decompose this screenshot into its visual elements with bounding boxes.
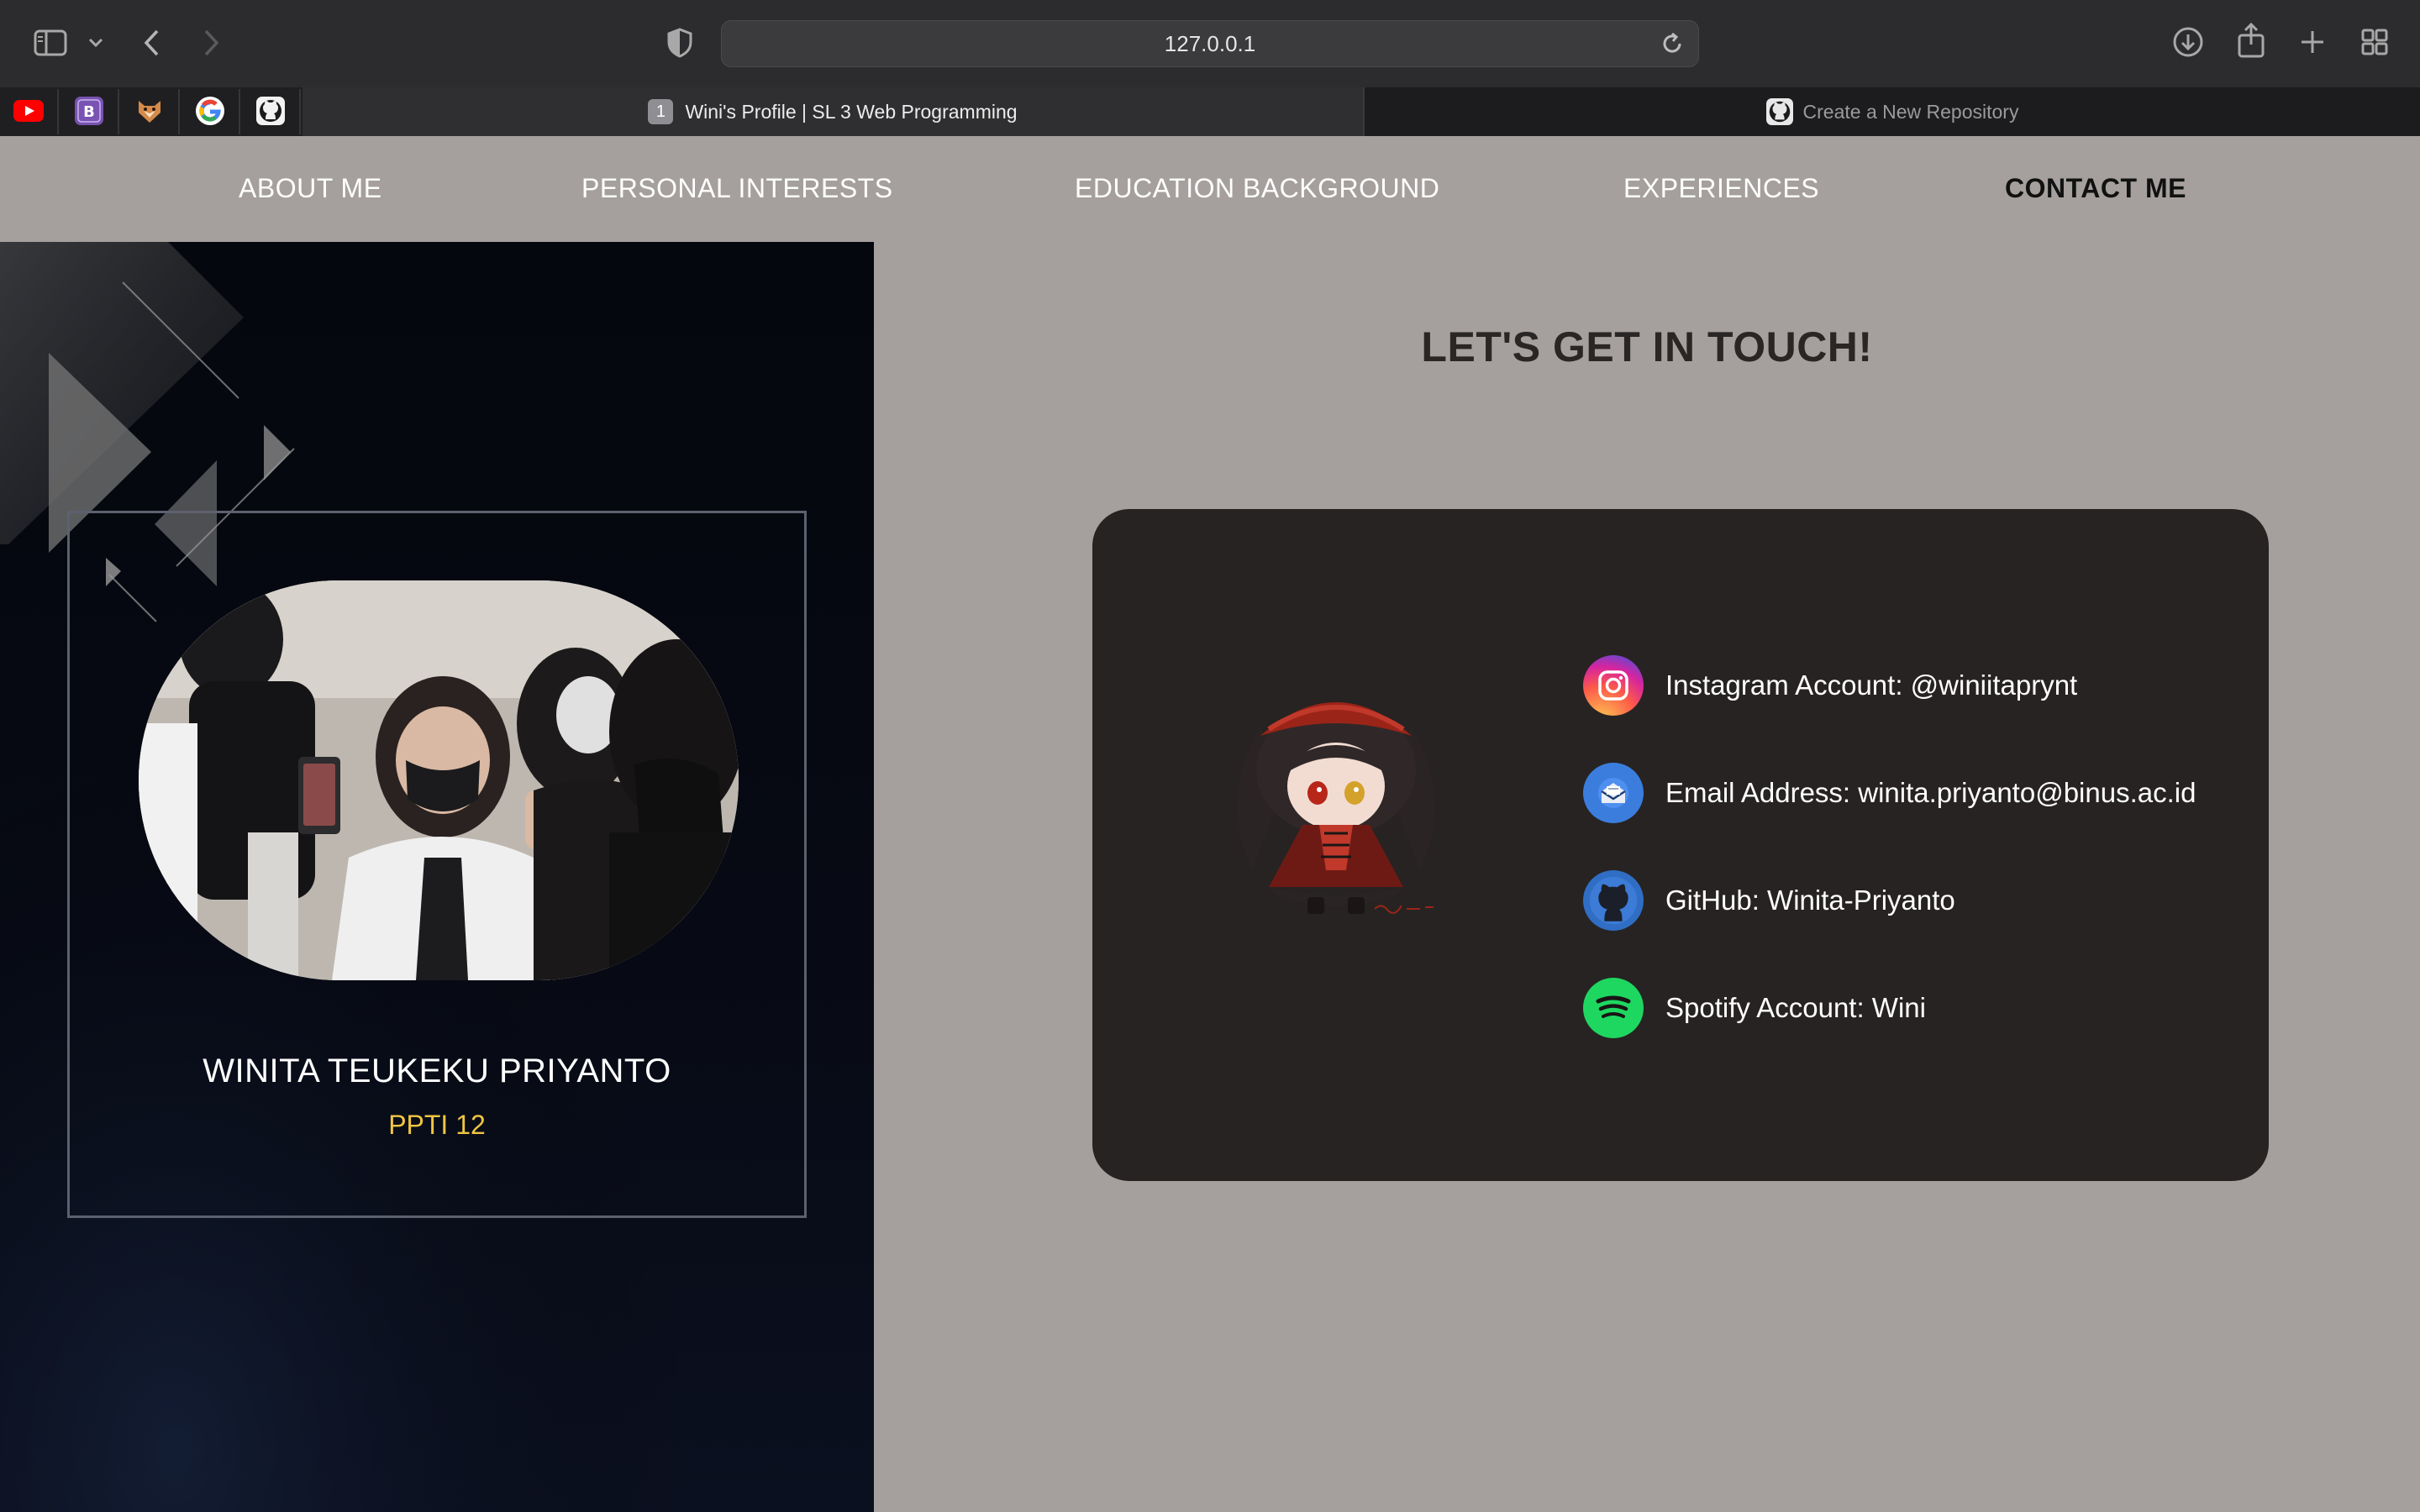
url-text: 127.0.0.1 [1164, 30, 1256, 56]
shield-icon[interactable] [666, 27, 694, 59]
nav-about-me[interactable]: ABOUT ME [239, 173, 382, 204]
sidebar-icon[interactable] [34, 29, 67, 57]
profile-name: WINITA TEUKEKU PRIYANTO [203, 1053, 671, 1089]
contact-instagram[interactable]: Instagram Account: @winiitaprynt [1583, 654, 2077, 717]
divider [118, 89, 119, 134]
contact-email-text: Email Address: winita.priyanto@binus.ac.… [1665, 777, 2196, 808]
tab-bar: B 1 Wini's Profile | SL 3 Web Programmin… [0, 87, 2420, 136]
nav-experiences[interactable]: EXPERIENCES [1623, 173, 1819, 204]
reload-icon[interactable] [1660, 31, 1685, 60]
nav-personal-interests[interactable]: PERSONAL INTERESTS [581, 173, 893, 204]
github-icon [1583, 870, 1644, 931]
share-icon[interactable] [2235, 22, 2267, 59]
browser-toolbar: 127.0.0.1 [0, 0, 2420, 87]
back-icon[interactable] [139, 27, 163, 59]
nav-education-background[interactable]: EDUCATION BACKGROUND [1075, 173, 1439, 204]
chibi-character-image [1202, 677, 1470, 929]
contact-card: Instagram Account: @winiitaprynt Email A… [1092, 509, 2269, 1181]
contact-email[interactable]: Email Address: winita.priyanto@binus.ac.… [1583, 761, 2196, 825]
svg-text:B: B [83, 103, 95, 121]
fox-icon[interactable] [133, 94, 166, 128]
contact-heading: LET'S GET IN TOUCH! [1421, 323, 1873, 370]
profile-photo [139, 580, 739, 980]
github-icon[interactable] [254, 94, 287, 128]
chevron-down-icon[interactable] [86, 34, 106, 52]
divider [57, 89, 59, 134]
divider [299, 89, 301, 134]
tab-title: Wini's Profile | SL 3 Web Programming [685, 100, 1018, 123]
tab-overview-icon[interactable] [2360, 27, 2390, 57]
email-icon [1583, 763, 1644, 823]
bootstrap-icon[interactable]: B [72, 94, 106, 128]
profile-card: WINITA TEUKEKU PRIYANTO PPTI 12 [67, 511, 807, 1218]
contact-spotify-text: Spotify Account: Wini [1665, 992, 1926, 1023]
tab-number-badge: 1 [648, 99, 674, 124]
address-bar[interactable]: 127.0.0.1 [721, 20, 1699, 67]
nav-contact-me[interactable]: CONTACT ME [2005, 173, 2186, 204]
github-icon [1765, 98, 1793, 125]
contact-spotify[interactable]: Spotify Account: Wini [1583, 976, 1926, 1040]
tab-active[interactable]: 1 Wini's Profile | SL 3 Web Programming [302, 87, 1363, 136]
download-icon[interactable] [2171, 25, 2205, 59]
tab-inactive[interactable]: Create a New Repository [1363, 87, 2420, 136]
google-icon[interactable] [193, 94, 227, 128]
spotify-icon [1583, 978, 1644, 1038]
instagram-icon [1583, 655, 1644, 716]
contact-instagram-text: Instagram Account: @winiitaprynt [1665, 669, 2078, 701]
tab-title: Create a New Repository [1802, 100, 2019, 123]
forward-icon[interactable] [200, 27, 224, 59]
profile-panel: WINITA TEUKEKU PRIYANTO PPTI 12 [0, 242, 874, 1512]
divider [239, 89, 240, 134]
youtube-icon[interactable] [12, 94, 45, 128]
contact-github[interactable]: GitHub: Winita-Priyanto [1583, 869, 1955, 932]
contact-github-text: GitHub: Winita-Priyanto [1665, 885, 1955, 916]
site-nav: ABOUT ME PERSONAL INTERESTS EDUCATION BA… [0, 136, 2420, 242]
profile-class: PPTI 12 [388, 1110, 486, 1140]
divider [178, 89, 180, 134]
new-tab-icon[interactable] [2297, 27, 2328, 57]
